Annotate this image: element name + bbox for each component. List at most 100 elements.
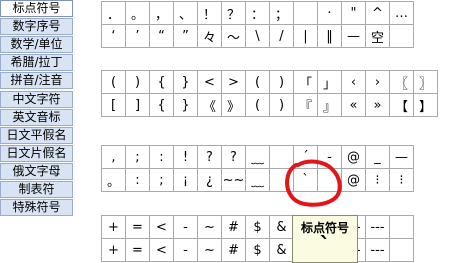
symbol-cell[interactable]: $ (245, 215, 270, 239)
symbol-cell[interactable]: ” (173, 24, 198, 48)
symbol-cell[interactable]: 〖 (389, 70, 414, 94)
category-hiragana[interactable]: 日文平假名 (0, 127, 73, 144)
symbol-cell[interactable]: ! (173, 145, 198, 169)
symbol-cell[interactable]: ； (269, 1, 294, 25)
symbol-cell[interactable]: ？ (221, 1, 246, 25)
symbol-cell[interactable]: ) (269, 93, 294, 117)
symbol-cell[interactable]: + (101, 215, 126, 239)
symbol-cell[interactable]: # (221, 238, 246, 262)
symbol-cell[interactable]: --- (365, 215, 390, 239)
symbol-cell[interactable]: — (389, 145, 414, 169)
symbol-cell[interactable]: ¿ (197, 168, 222, 192)
symbol-cell[interactable]: @ (341, 168, 366, 192)
symbol-cell[interactable]: 『 (293, 93, 318, 117)
symbol-cell[interactable]: ， (149, 1, 174, 25)
symbol-cell[interactable]: 「 (293, 70, 318, 94)
symbol-cell[interactable]: } (173, 93, 198, 117)
symbol-cell[interactable]: < (149, 215, 174, 239)
symbol-cell[interactable] (269, 145, 294, 169)
category-number-ordinals[interactable]: 数字序号 (0, 18, 73, 35)
category-pinyin-zhuyin[interactable]: 拼音/注音 (0, 72, 73, 89)
category-math-units[interactable]: 数学/单位 (0, 36, 73, 53)
symbol-cell[interactable]: ) (269, 70, 294, 94)
symbol-cell[interactable]: · (317, 1, 342, 25)
symbol-cell[interactable]: | (293, 24, 318, 48)
category-greek-latin[interactable]: 希腊/拉丁 (0, 54, 73, 71)
symbol-cell-highlighted[interactable]: ` (293, 168, 318, 192)
symbol-cell[interactable]: « (341, 93, 366, 117)
symbol-cell[interactable]: ～ (221, 24, 246, 48)
symbol-cell[interactable]: ‹ (341, 70, 366, 94)
symbol-cell[interactable]: " (341, 1, 366, 25)
symbol-cell[interactable]: { (149, 70, 174, 94)
symbol-cell[interactable]: ( (101, 70, 126, 94)
symbol-cell[interactable]: : (125, 168, 150, 192)
symbol-cell[interactable]: 〗 (413, 70, 438, 94)
symbol-cell[interactable]: ( (245, 70, 270, 94)
symbol-cell[interactable]: < (149, 238, 174, 262)
symbol-cell[interactable]: & (269, 238, 294, 262)
symbol-cell[interactable]: ’ (125, 24, 150, 48)
symbol-cell[interactable]: - (317, 145, 342, 169)
symbol-cell[interactable]: ⁝ (389, 168, 414, 192)
symbol-cell[interactable]: , (101, 145, 126, 169)
symbol-cell[interactable] (317, 168, 342, 192)
symbol-cell[interactable] (269, 168, 294, 192)
symbol-cell[interactable]: 」 (317, 70, 342, 94)
symbol-cell[interactable]: ﹏ (245, 168, 270, 192)
symbol-cell[interactable]: - (173, 215, 198, 239)
symbol-cell[interactable]: { (149, 93, 174, 117)
symbol-cell[interactable]: 《 (197, 93, 222, 117)
symbol-cell[interactable]: ; (125, 145, 150, 169)
symbol-cell[interactable]: ！ (197, 1, 222, 25)
category-russian[interactable]: 俄文字母 (0, 163, 73, 180)
symbol-cell[interactable]: ´ (293, 145, 318, 169)
symbol-cell[interactable]: = (125, 238, 150, 262)
category-special-symbols[interactable]: 特殊符号 (0, 199, 73, 216)
symbol-cell[interactable]: - (173, 238, 198, 262)
symbol-cell[interactable]: : (149, 145, 174, 169)
symbol-cell[interactable]: ‘ (101, 24, 126, 48)
symbol-cell[interactable]: 【 (389, 93, 414, 117)
symbol-cell[interactable]: ; (149, 168, 174, 192)
symbol-cell[interactable]: — (341, 24, 366, 48)
symbol-cell[interactable]: 》 (221, 93, 246, 117)
symbol-cell[interactable] (389, 215, 414, 239)
symbol-cell[interactable]: --- (365, 238, 390, 262)
symbol-cell[interactable]: / (269, 24, 294, 48)
category-box-drawing[interactable]: 制表符 (0, 181, 73, 198)
symbol-cell[interactable]: ~ (197, 238, 222, 262)
symbol-cell[interactable]: # (221, 215, 246, 239)
symbol-cell[interactable]: 。 (125, 1, 150, 25)
symbol-cell[interactable]: & (269, 215, 294, 239)
symbol-cell[interactable]: < (197, 70, 222, 94)
symbol-cell[interactable]: = (125, 215, 150, 239)
symbol-cell[interactable]: ( (245, 93, 270, 117)
symbol-cell[interactable]: 』 (317, 93, 342, 117)
symbol-cell[interactable] (293, 1, 318, 25)
category-katakana[interactable]: 日文片假名 (0, 145, 73, 162)
symbol-cell[interactable]: > (221, 70, 246, 94)
category-chinese-chars[interactable]: 中文字符 (0, 91, 73, 108)
symbol-cell[interactable]: ] (125, 93, 150, 117)
symbol-cell[interactable]: ? (197, 145, 222, 169)
symbol-cell[interactable]: } (173, 70, 198, 94)
symbol-cell[interactable]: ⁝ (365, 168, 390, 192)
category-punctuation[interactable]: 标点符号 (0, 0, 73, 17)
symbol-cell[interactable]: _ (365, 145, 390, 169)
symbol-cell[interactable]: + (101, 238, 126, 262)
symbol-cell[interactable]: 々 (197, 24, 222, 48)
symbol-cell[interactable]: ~~ (221, 168, 246, 192)
symbol-cell[interactable]: ~ (197, 215, 222, 239)
symbol-cell[interactable]: @ (341, 145, 366, 169)
symbol-cell[interactable]: ) (125, 70, 150, 94)
symbol-cell[interactable]: ﹏ (245, 145, 270, 169)
symbol-cell[interactable]: \ (245, 24, 270, 48)
symbol-cell[interactable]: ． (101, 1, 126, 25)
category-english-phonetics[interactable]: 英文音标 (0, 109, 73, 126)
symbol-cell[interactable]: 。 (101, 168, 126, 192)
symbol-cell[interactable]: ^ (365, 1, 390, 25)
symbol-cell[interactable]: 、 (173, 1, 198, 25)
symbol-cell[interactable]: ‖ (317, 24, 342, 48)
symbol-cell[interactable]: ： (245, 1, 270, 25)
